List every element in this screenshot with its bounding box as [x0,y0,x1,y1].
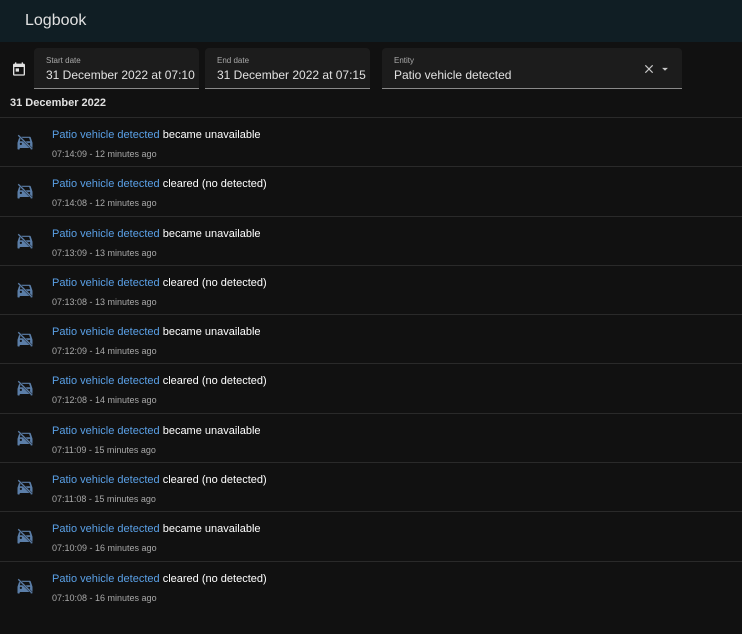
entry-message: Patio vehicle detected became unavailabl… [52,325,261,339]
table-row: Patio vehicle detected became unavailabl… [0,412,742,462]
top-app-bar: Logbook [0,0,742,42]
table-row: Patio vehicle detected became unavailabl… [0,314,742,363]
entity-link[interactable]: Patio vehicle detected [52,228,160,240]
car-off-icon [16,577,34,595]
entry-time: 07:10:08 - 16 minutes ago [52,592,157,603]
logbook-entries: Patio vehicle detected became unavailabl… [0,117,742,610]
entity-value: Patio vehicle detected [394,68,512,82]
car-off-icon [16,281,34,299]
entry-action: cleared (no detected) [162,474,267,487]
entity-link[interactable]: Patio vehicle detected [52,523,160,535]
entry-time: 07:13:08 - 13 minutes ago [52,296,157,307]
car-off-icon [16,182,34,200]
entity-link[interactable]: Patio vehicle detected [52,129,160,141]
entry-action: cleared (no detected) [162,276,267,289]
entry-time: 07:10:09 - 16 minutes ago [52,543,157,554]
entry-action: cleared (no detected) [162,375,267,388]
end-date-field[interactable]: End date 31 December 2022 at 07:15 [205,48,370,89]
car-off-icon [16,330,34,348]
car-off-icon [16,429,34,447]
start-date-field[interactable]: Start date 31 December 2022 at 07:10 [34,48,199,89]
table-row: Patio vehicle detected became unavailabl… [0,511,742,560]
date-group-header: 31 December 2022 [10,97,107,109]
entity-link[interactable]: Patio vehicle detected [52,277,160,289]
entry-message: Patio vehicle detected cleared (no detec… [52,276,267,290]
entry-message: Patio vehicle detected became unavailabl… [52,424,261,438]
entry-time: 07:14:09 - 12 minutes ago [52,149,157,159]
entry-action: became unavailable [162,227,261,240]
table-row: Patio vehicle detected cleared (no detec… [0,264,742,314]
entry-time: 07:11:09 - 15 minutes ago [52,444,156,455]
entry-action: became unavailable [162,424,261,437]
table-row: Patio vehicle detected cleared (no detec… [0,560,742,610]
entry-message: Patio vehicle detected cleared (no detec… [52,374,267,388]
page-title: Logbook [25,12,87,29]
entry-message: Patio vehicle detected cleared (no detec… [52,177,267,191]
table-row: Patio vehicle detected became unavailabl… [0,215,742,265]
entry-time: 07:12:08 - 14 minutes ago [52,395,157,406]
entity-link[interactable]: Patio vehicle detected [52,425,160,437]
start-date-value: 31 December 2022 at 07:10 [46,68,195,82]
entity-picker[interactable]: Entity Patio vehicle detected [382,48,682,89]
entry-action: became unavailable [162,326,261,339]
car-off-icon [16,478,34,496]
close-icon[interactable] [642,62,656,76]
entry-message: Patio vehicle detected cleared (no detec… [52,473,267,487]
entry-time: 07:13:09 - 13 minutes ago [52,247,157,258]
entry-action: cleared (no detected) [162,178,267,191]
entity-link[interactable]: Patio vehicle detected [52,474,160,486]
table-row: Patio vehicle detected became unavailabl… [0,117,742,166]
car-off-icon [16,232,34,250]
table-row: Patio vehicle detected cleared (no detec… [0,363,742,412]
end-date-value: 31 December 2022 at 07:15 [217,68,366,82]
start-date-label: Start date [46,56,81,65]
logbook-app: Logbook Start date 31 December 2022 at 0… [0,0,742,634]
car-off-icon [16,527,34,545]
entry-message: Patio vehicle detected became unavailabl… [52,227,261,241]
entity-link[interactable]: Patio vehicle detected [52,326,160,338]
entity-link[interactable]: Patio vehicle detected [52,178,160,190]
entry-action: became unavailable [162,129,261,141]
table-row: Patio vehicle detected cleared (no detec… [0,166,742,215]
filter-bar: Start date 31 December 2022 at 07:10 End… [0,42,742,92]
entry-time: 07:14:08 - 12 minutes ago [52,198,157,209]
entry-message: Patio vehicle detected cleared (no detec… [52,572,267,586]
entry-action: became unavailable [162,523,261,536]
car-off-icon [16,379,34,397]
menu-down-icon[interactable] [658,62,672,76]
entry-time: 07:11:08 - 15 minutes ago [52,494,156,505]
entity-link[interactable]: Patio vehicle detected [52,375,160,387]
end-date-label: End date [217,56,250,65]
calendar-icon[interactable] [11,61,27,77]
entry-time: 07:12:09 - 14 minutes ago [52,346,157,357]
entry-message: Patio vehicle detected became unavailabl… [52,522,261,536]
entity-label: Entity [394,56,415,65]
table-row: Patio vehicle detected cleared (no detec… [0,462,742,511]
entry-message: Patio vehicle detected became unavailabl… [52,128,261,142]
car-off-icon [16,133,34,151]
entry-action: cleared (no detected) [162,572,267,585]
entity-link[interactable]: Patio vehicle detected [52,573,160,585]
